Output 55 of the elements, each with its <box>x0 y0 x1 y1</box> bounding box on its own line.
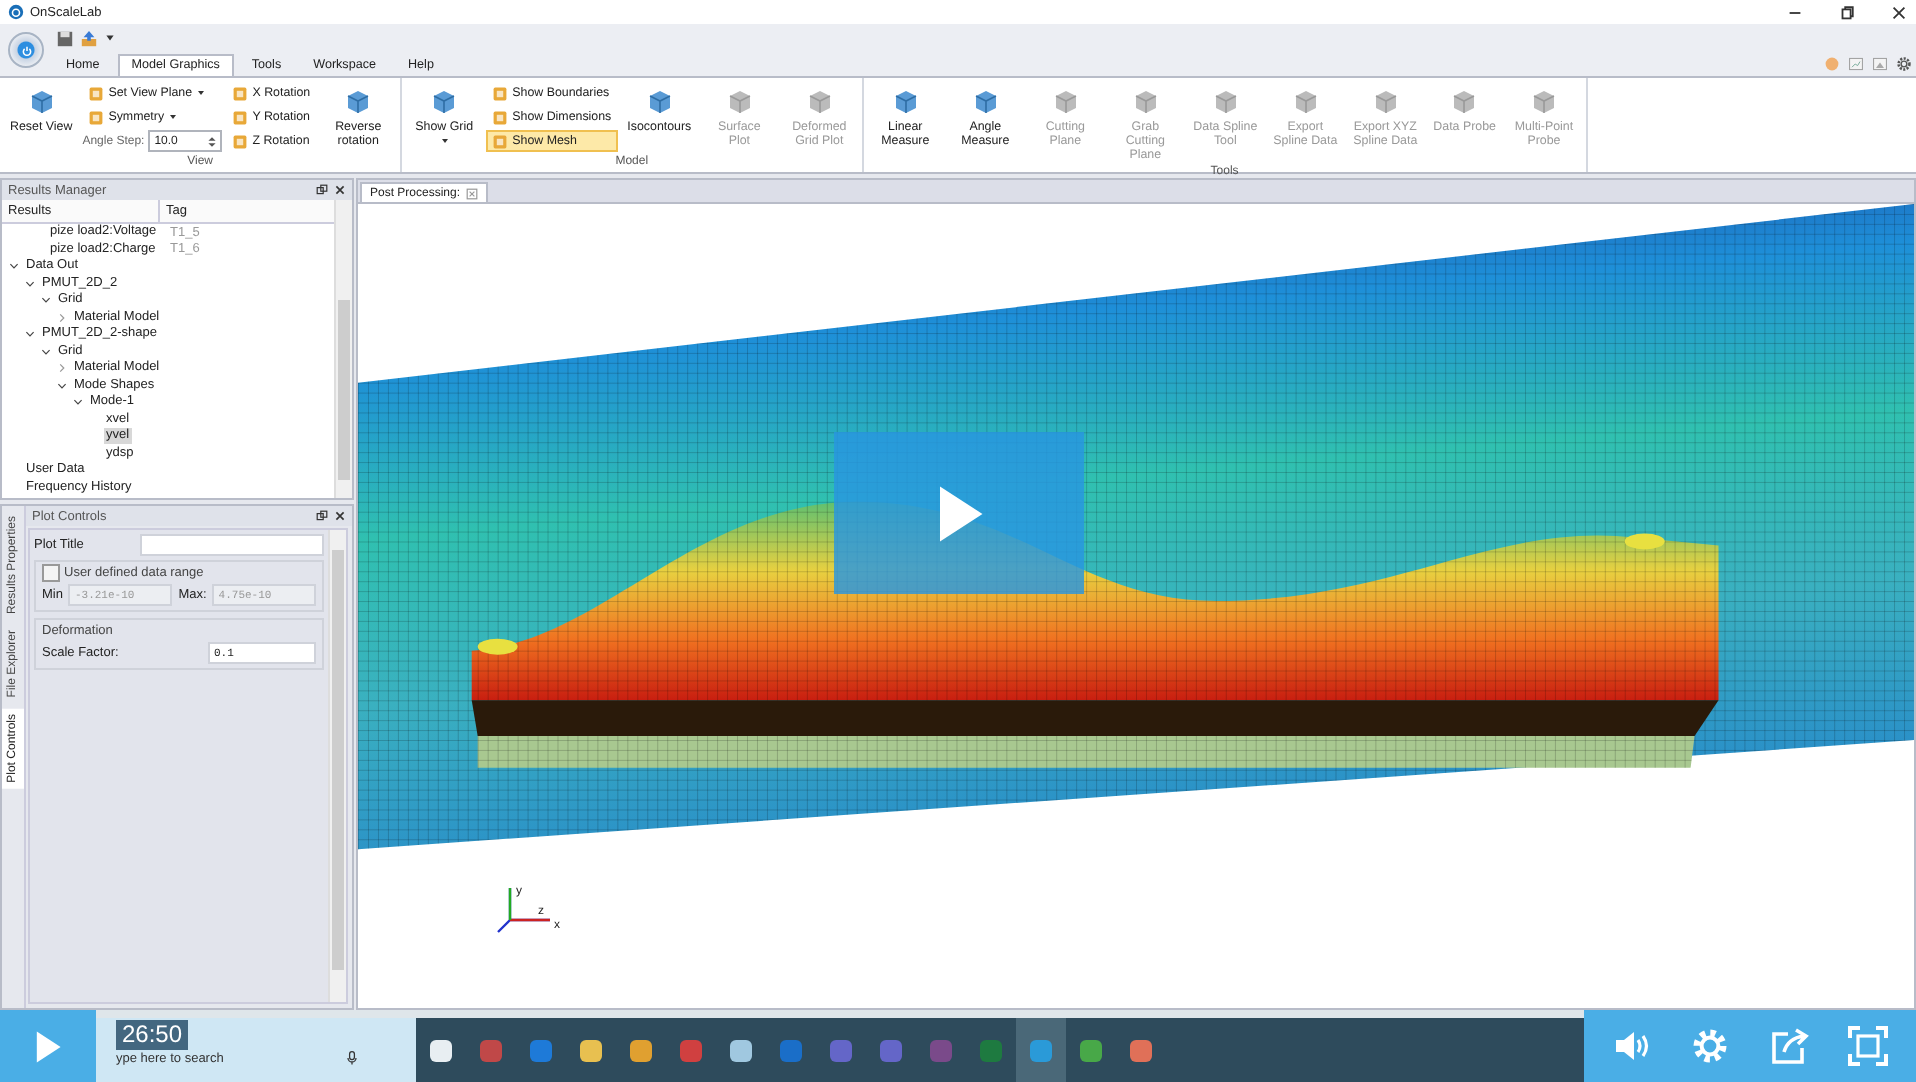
picture-window-icon[interactable] <box>1872 56 1888 72</box>
play-icon <box>34 1029 62 1063</box>
square-icon <box>232 109 249 125</box>
square-icon <box>88 85 105 101</box>
chevron-down-icon[interactable] <box>40 294 52 307</box>
caret-icon <box>196 88 207 98</box>
power-icon <box>19 43 33 57</box>
microphone-icon[interactable] <box>343 1050 360 1066</box>
close-icon[interactable] <box>334 184 346 196</box>
share-icon[interactable] <box>1769 1026 1810 1066</box>
chart-window-icon[interactable] <box>1848 56 1864 72</box>
chevron-right-icon[interactable] <box>56 311 68 324</box>
square-icon <box>492 85 509 101</box>
chevron-down-icon[interactable] <box>8 260 20 273</box>
close-icon[interactable] <box>1890 3 1908 21</box>
close-icon[interactable] <box>334 510 346 522</box>
float-icon[interactable] <box>316 510 328 522</box>
upload-icon[interactable] <box>80 29 98 47</box>
settings-icon[interactable] <box>1896 56 1912 72</box>
app-icon[interactable] <box>630 1039 652 1061</box>
restore-icon[interactable] <box>1838 3 1856 21</box>
chevron-down-icon[interactable] <box>24 328 36 341</box>
plot-title-field[interactable] <box>140 533 324 555</box>
chevron-down-icon[interactable] <box>72 396 84 409</box>
spinner-arrows-icon[interactable] <box>206 135 219 147</box>
save-icon[interactable] <box>56 29 74 47</box>
play-button[interactable] <box>0 1010 96 1082</box>
caret-icon <box>168 112 179 122</box>
square-icon <box>232 85 249 101</box>
checkbox[interactable] <box>42 563 60 581</box>
fullscreen-icon[interactable] <box>1848 1026 1889 1066</box>
app-icon[interactable] <box>430 1039 452 1061</box>
square-icon <box>88 109 105 125</box>
electrode-mark <box>477 638 518 655</box>
chevron-down-icon[interactable] <box>40 345 52 358</box>
app-icon[interactable] <box>580 1039 602 1061</box>
scrollbar[interactable] <box>328 530 346 1002</box>
electrode-mark <box>1624 533 1665 550</box>
caret-icon <box>439 135 450 146</box>
chevron-down-icon[interactable] <box>24 277 36 290</box>
square-icon <box>492 133 509 149</box>
app-menu-button[interactable] <box>8 32 44 68</box>
progress-track[interactable] <box>96 1010 1584 1018</box>
axis-triad-icon <box>496 886 552 934</box>
chevron-right-icon[interactable] <box>56 362 68 375</box>
float-icon[interactable] <box>316 184 328 196</box>
scrollbar[interactable] <box>334 200 352 498</box>
play-button[interactable] <box>834 432 1084 594</box>
app-icon[interactable] <box>730 1039 752 1061</box>
volume-icon[interactable] <box>1611 1026 1652 1066</box>
square-icon <box>232 133 249 149</box>
caret-icon[interactable] <box>104 32 116 44</box>
chevron-down-icon[interactable] <box>56 379 68 392</box>
time-display: 26:50 <box>116 1020 189 1050</box>
square-icon <box>492 109 509 125</box>
